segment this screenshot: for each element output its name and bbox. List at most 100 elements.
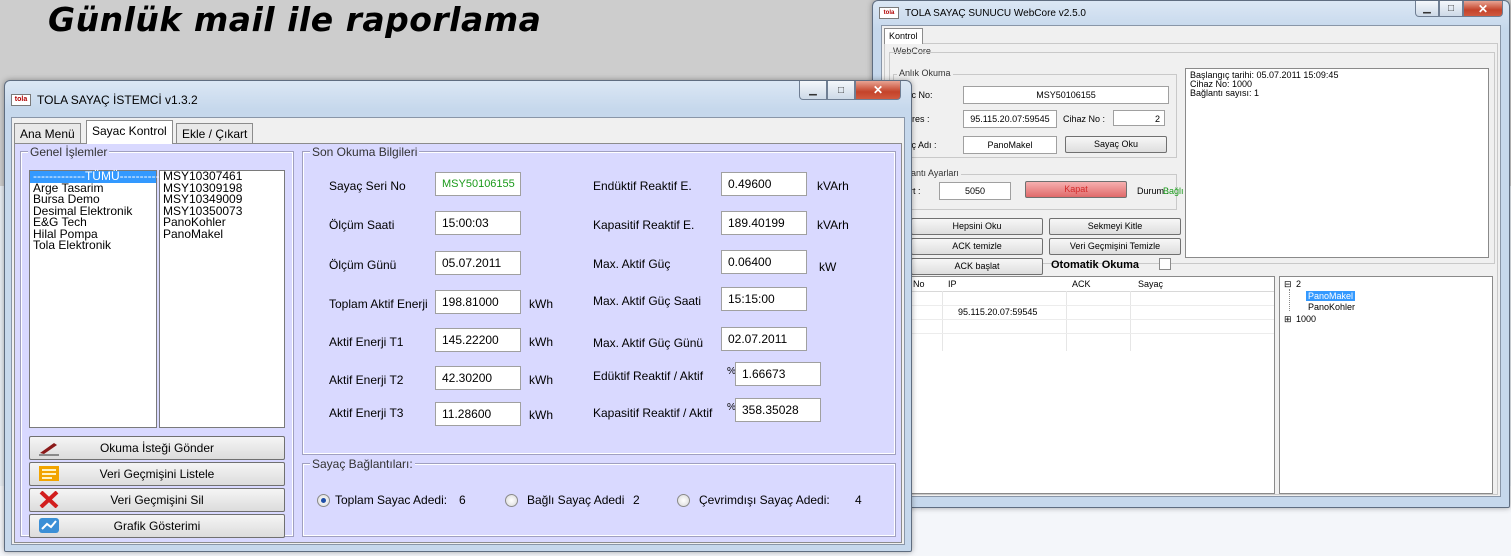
- toplam-sayac-radio[interactable]: [317, 494, 330, 507]
- company-list[interactable]: -------------TÜMÜ------------- Arge Tasa…: [29, 170, 172, 428]
- tab-kontrol[interactable]: Kontrol: [884, 28, 923, 44]
- durum-value: Bağlı: [1163, 186, 1184, 196]
- field-label: Kapasitif Reaktif / Aktif: [593, 406, 713, 420]
- okuma-istegi-gonder-button[interactable]: Okuma İsteği Gönder: [29, 436, 285, 460]
- unit-label: kWh: [529, 335, 553, 349]
- app-logo-icon: tola: [879, 7, 899, 19]
- tab-sayac-kontrol[interactable]: Sayac Kontrol: [86, 120, 173, 144]
- radio-label: Çevrimdışı Sayaç Adedi:: [699, 493, 830, 507]
- olcum-saati-field[interactable]: 15:00:03: [435, 211, 521, 235]
- max-aktif-guc-saati-field[interactable]: 15:15:00: [721, 287, 807, 311]
- server-client-area: Kontrol WebCore Anlık Okuma ayac No: MSY…: [881, 25, 1501, 497]
- unit-label: kVArh: [817, 179, 849, 193]
- sayac-adi-field[interactable]: PanoMakel: [963, 136, 1057, 154]
- field-label: Toplam Aktif Enerji: [329, 297, 428, 311]
- slide-title: Günlük mail ile raporlama: [48, 0, 542, 39]
- otomatik-okuma-checkbox[interactable]: [1159, 258, 1171, 270]
- sayac-no-field[interactable]: MSY50106155: [963, 86, 1169, 104]
- tree-node[interactable]: PanoKohler: [1308, 302, 1355, 312]
- tab-ana-menu[interactable]: Ana Menü: [14, 123, 81, 144]
- ack-baslat-button[interactable]: ACK başlat: [911, 258, 1043, 275]
- log-textbox[interactable]: Başlangıç tarihi: 05.07.2011 15:09:45 Ci…: [1185, 68, 1489, 258]
- enduktif-reaktif-field[interactable]: 0.49600: [721, 172, 807, 196]
- veri-gecmisini-sil-button[interactable]: Veri Geçmişini Sil: [29, 488, 285, 512]
- tree-node[interactable]: 1000: [1296, 314, 1316, 324]
- list-item[interactable]: PanoMakel: [160, 228, 284, 241]
- otomatik-okuma-label: Otomatik Okuma: [1051, 259, 1140, 271]
- pen-icon: [39, 443, 59, 456]
- minimize-icon[interactable]: ▁: [1415, 1, 1439, 17]
- sayac-seri-no-field[interactable]: MSY50106155: [435, 172, 521, 196]
- list-item[interactable]: Tola Elektronik: [30, 239, 156, 252]
- app-logo-icon: tola: [11, 94, 31, 106]
- max-aktif-guc-field[interactable]: 0.06400: [721, 250, 807, 274]
- genel-islemler-label: Genel İşlemler: [28, 145, 110, 159]
- client-window: tola TOLA SAYAÇ İSTEMCİ v1.3.2 ▁ □ ✕ Ana…: [4, 80, 912, 552]
- son-okuma-label: Son Okuma Bilgileri: [310, 145, 420, 159]
- meter-list[interactable]: MSY10307461 MSY10309198 MSY10349009 MSY1…: [159, 170, 285, 428]
- client-area: Ana Menü Sayac Kontrol Ekle / Çıkart Gen…: [11, 117, 905, 545]
- sekmeyi-kitle-button[interactable]: Sekmeyi Kitle: [1049, 218, 1181, 235]
- close-icon[interactable]: ✕: [855, 81, 901, 100]
- list-icon: [39, 466, 59, 481]
- field-label: Aktif Enerji T1: [329, 335, 404, 349]
- maximize-icon[interactable]: □: [1439, 1, 1463, 17]
- field-label: Ölçüm Günü: [329, 258, 397, 272]
- bagli-sayac-radio[interactable]: [505, 494, 518, 507]
- client-window-titlebar: tola TOLA SAYAÇ İSTEMCİ v1.3.2: [11, 93, 198, 107]
- hepsini-oku-button[interactable]: Hepsini Oku: [911, 218, 1043, 235]
- ack-temizle-button[interactable]: ACK temizle: [911, 238, 1043, 255]
- table-row-ip[interactable]: 95.115.20.07:59545: [958, 307, 1037, 317]
- veri-gecmisini-listele-button[interactable]: Veri Geçmişini Listele: [29, 462, 285, 486]
- close-icon[interactable]: ✕: [1463, 1, 1503, 17]
- max-aktif-guc-gunu-field[interactable]: 02.07.2011: [721, 327, 807, 351]
- radio-label: Toplam Sayac Adedi:: [335, 493, 448, 507]
- radio-count: 4: [855, 493, 862, 507]
- sayac-baglantilari-label: Sayaç Bağlantıları:: [310, 457, 415, 471]
- veri-gecmisini-temizle-button[interactable]: Veri Geçmişini Temizle: [1049, 238, 1181, 255]
- sayac-kontrol-tab-page: Genel İşlemler -------------TÜMÜ--------…: [14, 143, 902, 543]
- chart-icon: [39, 518, 59, 533]
- toplam-aktif-enerji-field[interactable]: 198.81000: [435, 290, 521, 314]
- client-window-title: TOLA SAYAÇ İSTEMCİ v1.3.2: [37, 93, 198, 107]
- kapasitif-reaktif-aktif-field[interactable]: 358.35028: [735, 398, 821, 422]
- olcum-gunu-field[interactable]: 05.07.2011: [435, 251, 521, 275]
- field-label: Max. Aktif Güç: [593, 257, 671, 271]
- field-label: Max. Aktif Güç Saati: [593, 294, 702, 308]
- kapasitif-reaktif-field[interactable]: 189.40199: [721, 211, 807, 235]
- cihaz-no-field[interactable]: 2: [1113, 110, 1165, 126]
- connections-table: ihaz No IP ACK Sayaç 000 95.115.20.07:59…: [889, 276, 1275, 494]
- delete-icon: [39, 491, 59, 508]
- tab-ekle-cikart[interactable]: Ekle / Çıkart: [176, 123, 254, 144]
- minimize-icon[interactable]: ▁: [799, 81, 827, 100]
- sayac-oku-button[interactable]: Sayaç Oku: [1065, 136, 1167, 153]
- field-label: Aktif Enerji T2: [329, 373, 404, 387]
- grafik-gosterimi-button[interactable]: Grafik Gösterimi: [29, 514, 285, 538]
- field-label: Edüktif Reaktif / Aktif: [593, 369, 704, 383]
- field-label: Aktif Enerji T3: [329, 406, 404, 420]
- server-window-title: TOLA SAYAÇ SUNUCU WebCore v2.5.0: [905, 7, 1086, 19]
- cevrimdisi-sayac-radio[interactable]: [677, 494, 690, 507]
- log-line: Bağlantı sayısı: 1: [1190, 88, 1260, 98]
- aktif-enerji-t2-field[interactable]: 42.30200: [435, 366, 521, 390]
- maximize-icon[interactable]: □: [827, 81, 855, 100]
- column-header-sayac[interactable]: Sayaç: [1138, 277, 1163, 291]
- radio-count: 2: [633, 493, 640, 507]
- kontrol-tab-page: WebCore Anlık Okuma ayac No: MSY50106155…: [884, 43, 1498, 495]
- column-header-ack[interactable]: ACK: [1072, 277, 1091, 291]
- button-label: Veri Geçmişini Sil: [110, 493, 204, 507]
- kapat-button[interactable]: Kapat: [1025, 181, 1127, 198]
- button-label: Okuma İsteği Gönder: [99, 441, 215, 455]
- tree-node-selected[interactable]: PanoMakel: [1306, 291, 1356, 301]
- adres-field[interactable]: 95.115.20.07:59545: [963, 110, 1057, 128]
- tree-node[interactable]: 2: [1296, 279, 1301, 289]
- column-header-ip[interactable]: IP: [948, 277, 957, 291]
- tree-expander-icon[interactable]: ⊞: [1284, 314, 1292, 325]
- server-window: tola TOLA SAYAÇ SUNUCU WebCore v2.5.0 ▁ …: [872, 0, 1510, 508]
- table-header-row: ihaz No IP ACK Sayaç: [890, 277, 1274, 292]
- port-field[interactable]: 5050: [939, 182, 1011, 200]
- eduktif-reaktif-aktif-field[interactable]: 1.66673: [735, 362, 821, 386]
- radio-label: Bağlı Sayaç Adedi: [527, 493, 625, 507]
- aktif-enerji-t1-field[interactable]: 145.22200: [435, 328, 521, 352]
- aktif-enerji-t3-field[interactable]: 11.28600: [435, 402, 521, 426]
